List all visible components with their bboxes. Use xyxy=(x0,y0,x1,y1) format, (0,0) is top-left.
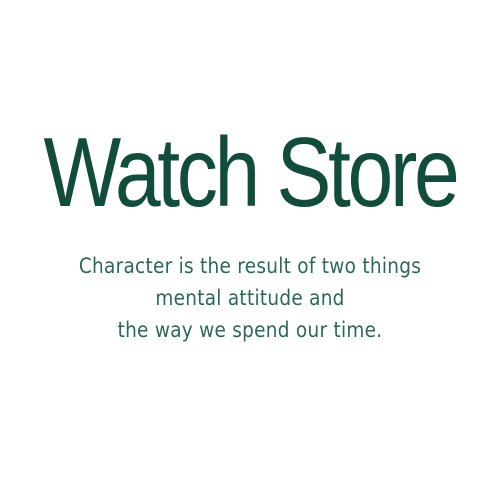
brand-name: Watch Store xyxy=(43,117,460,227)
tagline-line-2: mental attitude and xyxy=(155,286,345,310)
tagline-line-3: the way we spend our time. xyxy=(117,318,383,342)
logo: Watch Store Character is the result of t… xyxy=(0,0,500,500)
tagline: Character is the result of two things me… xyxy=(0,250,500,346)
tagline-line-1: Character is the result of two things xyxy=(78,254,422,278)
